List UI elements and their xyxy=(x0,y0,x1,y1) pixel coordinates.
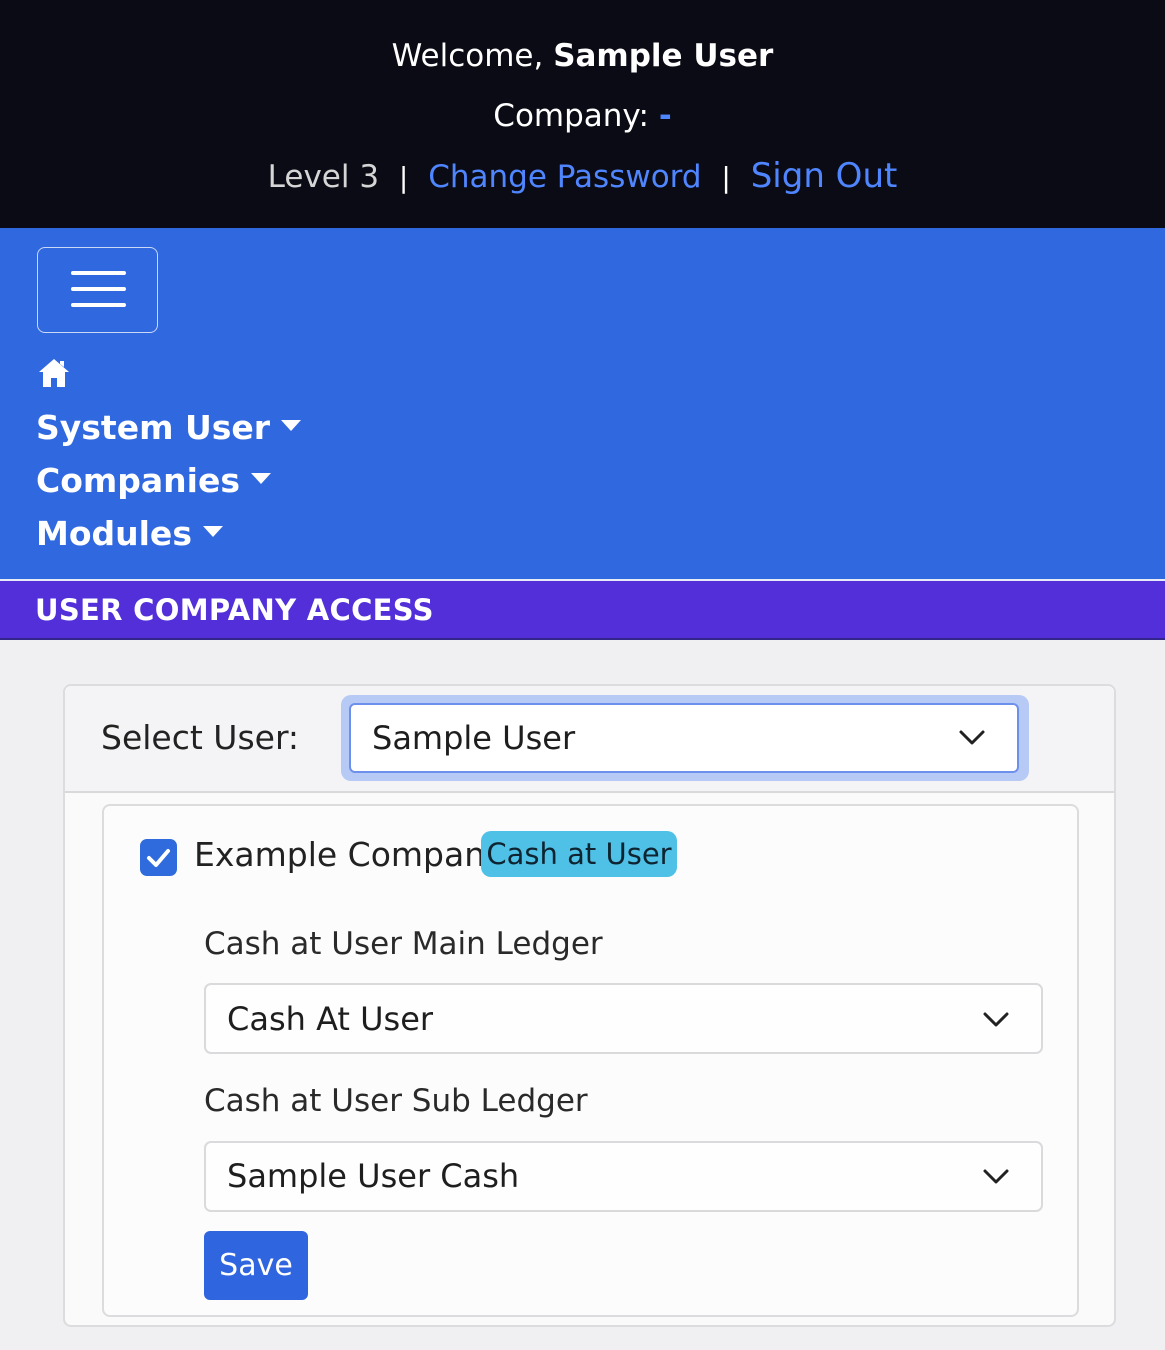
account-links: Level 3 | Change Password | Sign Out xyxy=(0,154,1165,200)
select-user-label: Select User: xyxy=(101,718,300,757)
hamburger-menu-icon xyxy=(71,287,126,291)
hamburger-menu-icon xyxy=(71,271,126,275)
hamburger-menu-icon xyxy=(71,303,126,307)
hamburger-menu-button[interactable] xyxy=(37,247,158,333)
nav-item-label: Companies xyxy=(36,461,240,500)
home-link[interactable] xyxy=(38,357,70,389)
user-level: Level 3 xyxy=(267,159,380,195)
main-ledger-select[interactable]: Cash At User xyxy=(204,983,1043,1054)
save-button[interactable]: Save xyxy=(204,1231,308,1300)
nav-item-label: Modules xyxy=(36,514,192,553)
nav-item-system-user[interactable]: System User xyxy=(36,408,302,448)
company-name: Example Company xyxy=(194,835,505,874)
chevron-down-icon xyxy=(983,1169,1009,1184)
top-bar: Welcome, Sample User Company: - Level 3 … xyxy=(0,0,1165,228)
change-password-link[interactable]: Change Password xyxy=(428,159,701,195)
separator: | xyxy=(398,161,409,194)
company-label: Company: xyxy=(493,98,649,134)
caret-down-icon xyxy=(202,526,223,537)
card-header: Select User: Sample User xyxy=(65,686,1114,793)
company-checkbox[interactable] xyxy=(140,839,177,876)
main-ledger-label: Cash at User Main Ledger xyxy=(204,926,603,962)
welcome-prefix: Welcome, xyxy=(391,38,544,74)
nav-item-label: System User xyxy=(36,408,271,447)
checkmark-icon xyxy=(147,849,170,867)
chevron-down-icon xyxy=(983,1012,1009,1027)
nav-item-companies[interactable]: Companies xyxy=(36,461,271,501)
user-name: Sample User xyxy=(553,38,774,74)
nav-item-modules[interactable]: Modules xyxy=(36,514,223,554)
sub-ledger-select[interactable]: Sample User Cash xyxy=(204,1141,1043,1212)
caret-down-icon xyxy=(251,473,271,484)
sub-ledger-label: Cash at User Sub Ledger xyxy=(204,1083,588,1119)
sub-ledger-value: Sample User Cash xyxy=(227,1157,520,1195)
home-icon xyxy=(39,359,69,387)
company-value: - xyxy=(658,98,672,134)
caret-down-icon xyxy=(281,420,302,431)
main-ledger-value: Cash At User xyxy=(227,1000,434,1038)
chevron-down-icon xyxy=(959,730,985,745)
main-nav: System User Companies Modules xyxy=(0,228,1165,581)
access-card: Select User: Sample User Example Company… xyxy=(63,684,1116,1327)
page-title: USER COMPANY ACCESS xyxy=(35,593,434,627)
company-line: Company: - xyxy=(0,96,1165,136)
selected-user: Sample User xyxy=(372,719,576,757)
welcome-line: Welcome, Sample User xyxy=(0,36,1165,76)
user-select[interactable]: Sample User xyxy=(349,703,1019,773)
page-header: USER COMPANY ACCESS xyxy=(0,581,1165,640)
separator: | xyxy=(721,161,731,194)
company-access-panel: Example Company Cash at User Cash at Use… xyxy=(102,804,1079,1317)
status-badge: Cash at User xyxy=(481,831,677,877)
sign-out-link[interactable]: Sign Out xyxy=(751,156,898,196)
